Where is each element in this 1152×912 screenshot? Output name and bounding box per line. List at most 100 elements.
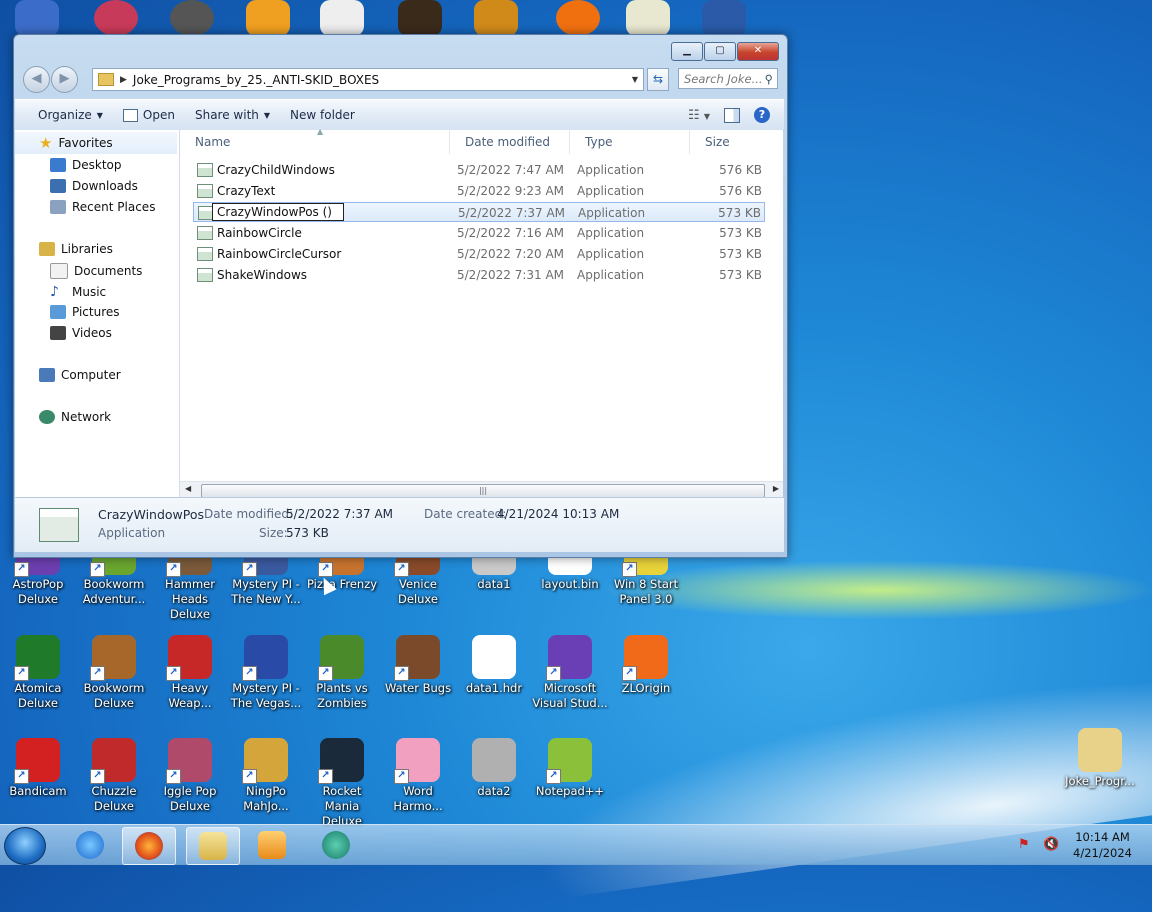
file-size: 573 KB: [718, 206, 761, 220]
desktop-icon[interactable]: Joke_Progr...: [1062, 728, 1138, 789]
search-icon[interactable]: ⚲: [765, 72, 773, 86]
forward-button[interactable]: ▶: [51, 66, 78, 93]
desktop-icon[interactable]: ↗ Rocket Mania Deluxe: [304, 738, 380, 829]
nav-item-favorites[interactable]: ★ Favorites: [15, 132, 177, 154]
desktop-icon-partial[interactable]: [170, 0, 214, 36]
desktop-icon[interactable]: ↗ Heavy Weap...: [152, 635, 228, 711]
desktop-icon[interactable]: ↗ Bookworm Deluxe: [76, 635, 152, 711]
share-with-button[interactable]: Share with ▼: [185, 108, 280, 122]
file-row[interactable]: ShakeWindows 5/2/2022 7:31 AM Applicatio…: [193, 265, 765, 285]
clock-time: 10:14 AM: [1075, 830, 1130, 844]
details-file-type: Application: [98, 526, 166, 540]
desktop-icon[interactable]: ↗ Plants vs Zombies: [304, 635, 380, 711]
file-name: CrazyText: [217, 184, 276, 198]
desktop-icon[interactable]: ↗ Iggle Pop Deluxe: [152, 738, 228, 814]
address-dropdown-icon[interactable]: ▼: [627, 75, 643, 84]
scroll-right-icon[interactable]: ▶: [773, 484, 779, 493]
desktop-icon[interactable]: ↗ Chuzzle Deluxe: [76, 738, 152, 814]
pictures-icon: [50, 305, 66, 319]
desktop-icon-partial[interactable]: [246, 0, 290, 36]
nav-item-videos[interactable]: Videos: [50, 326, 112, 340]
desktop-icon[interactable]: ↗ Bandicam: [0, 738, 76, 799]
nav-item-computer[interactable]: Computer: [39, 368, 121, 382]
nav-label: Desktop: [72, 158, 122, 172]
nav-label: Computer: [61, 368, 121, 382]
system-clock[interactable]: 10:14 AM 4/21/2024: [1073, 829, 1132, 861]
desktop-icon[interactable]: ↗ Microsoft Visual Stud...: [532, 635, 608, 711]
file-row[interactable]: RainbowCircleCursor 5/2/2022 7:20 AM App…: [193, 244, 765, 264]
desktop-icon-partial[interactable]: [320, 0, 364, 36]
taskbar-firefox[interactable]: [122, 827, 176, 865]
taskbar-ie[interactable]: [64, 827, 116, 863]
file-row[interactable]: RainbowCircle 5/2/2022 7:16 AM Applicati…: [193, 223, 765, 243]
organize-button[interactable]: Organize ▼: [15, 108, 113, 122]
open-button[interactable]: Open: [113, 108, 185, 122]
shortcut-arrow-icon: ↗: [546, 666, 561, 681]
file-name: ShakeWindows: [217, 268, 308, 282]
taskbar-explorer[interactable]: [186, 827, 240, 865]
caption-buttons: ▁ ▢ ✕: [671, 42, 779, 61]
file-row-selected[interactable]: CrazyWindowPos () 5/2/2022 7:37 AM Appli…: [193, 202, 765, 222]
column-header-size[interactable]: Size: [690, 130, 770, 154]
taskbar-media[interactable]: [246, 827, 298, 863]
new-folder-button[interactable]: New folder: [280, 108, 365, 122]
file-row[interactable]: CrazyText 5/2/2022 9:23 AM Application 5…: [193, 181, 765, 201]
preview-pane-icon[interactable]: [724, 107, 740, 123]
shortcut-arrow-icon: ↗: [166, 769, 181, 784]
back-button[interactable]: ◀: [23, 66, 50, 93]
close-button[interactable]: ✕: [737, 42, 779, 61]
nav-item-network[interactable]: Network: [39, 410, 111, 424]
column-header-date[interactable]: Date modified: [450, 130, 570, 154]
action-center-flag-icon[interactable]: ⚑: [1018, 837, 1030, 852]
desktop-icon[interactable]: ↗ Word Harmo...: [380, 738, 456, 814]
desktop-icon[interactable]: ↗ Mystery PI - The Vegas...: [228, 635, 304, 711]
nav-item-music[interactable]: ♪ Music: [50, 284, 106, 300]
minimize-button[interactable]: ▁: [671, 42, 703, 61]
search-input[interactable]: Search Joke... ⚲: [678, 68, 778, 89]
desktop-icon[interactable]: ↗ Water Bugs: [380, 635, 456, 696]
breadcrumb-separator-icon[interactable]: ▶: [120, 75, 127, 85]
desktop-icon[interactable]: ↗ NingPo MahJo...: [228, 738, 304, 814]
start-button[interactable]: [4, 827, 46, 865]
desktop-icon-partial[interactable]: [556, 0, 600, 36]
shortcut-arrow-icon: ↗: [622, 666, 637, 681]
desktop-icon-partial[interactable]: [15, 0, 59, 36]
desktop-icon-partial[interactable]: [94, 0, 138, 36]
file-row[interactable]: CrazyChildWindows 5/2/2022 7:47 AM Appli…: [193, 160, 765, 180]
nav-item-desktop[interactable]: Desktop: [50, 158, 122, 172]
nav-item-pictures[interactable]: Pictures: [50, 305, 120, 319]
nav-item-documents[interactable]: Documents: [50, 263, 142, 279]
desktop-icon[interactable]: ↗ Atomica Deluxe: [0, 635, 76, 711]
nav-item-libraries[interactable]: Libraries: [39, 242, 113, 256]
nav-item-recent-places[interactable]: Recent Places: [50, 200, 155, 214]
change-view-button[interactable]: ☷ ▼: [688, 108, 710, 123]
volume-muted-icon[interactable]: 🔇: [1043, 837, 1059, 852]
column-header-name[interactable]: Name: [180, 130, 450, 154]
refresh-button[interactable]: ⇆: [647, 68, 669, 91]
desktop-icon[interactable]: data1.hdr: [456, 635, 532, 696]
explorer-window[interactable]: ▁ ▢ ✕ ◀ ▶ ▶ Joke_Programs_by_25._ANTI-SK…: [13, 34, 788, 558]
desktop-icon-label: data1.hdr: [465, 681, 523, 695]
nav-item-downloads[interactable]: Downloads: [50, 179, 138, 193]
scrollbar-thumb[interactable]: |||: [201, 484, 765, 498]
app-icon: ↗: [546, 635, 592, 681]
sort-arrow-icon: ▲: [317, 127, 324, 136]
desktop-icon[interactable]: ↗ ZLOrigin: [608, 635, 684, 696]
desktop-icon-partial[interactable]: [702, 0, 746, 36]
maximize-button[interactable]: ▢: [704, 42, 736, 61]
rename-input[interactable]: CrazyWindowPos (): [212, 203, 344, 221]
application-icon: [197, 184, 213, 198]
desktop-icon-partial[interactable]: [398, 0, 442, 36]
desktop-icon-partial[interactable]: [626, 0, 670, 36]
shortcut-arrow-icon: ↗: [166, 666, 181, 681]
desktop-icon-partial[interactable]: [474, 0, 518, 36]
documents-icon: [50, 263, 68, 279]
address-path[interactable]: Joke_Programs_by_25._ANTI-SKID_BOXES: [133, 73, 627, 87]
scroll-left-icon[interactable]: ◀: [185, 484, 191, 493]
column-header-type[interactable]: Type: [570, 130, 690, 154]
help-icon[interactable]: ?: [754, 107, 770, 123]
taskbar-app[interactable]: [310, 827, 362, 863]
desktop-icon[interactable]: ↗ Notepad++: [532, 738, 608, 799]
desktop-icon[interactable]: data2: [456, 738, 532, 799]
address-bar[interactable]: ▶ Joke_Programs_by_25._ANTI-SKID_BOXES ▼: [92, 68, 644, 91]
